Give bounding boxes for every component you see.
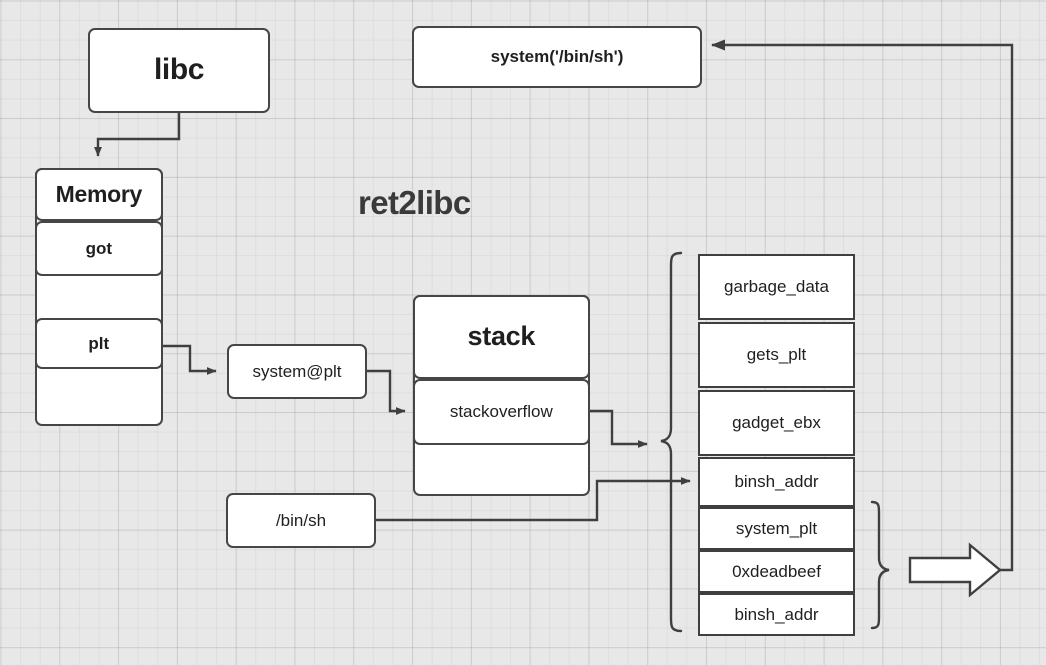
node-stackoverflow[interactable]: stackoverflow	[412, 379, 590, 445]
payload-cell-label: gadget_ebx	[732, 413, 821, 432]
connector-plt-to-systemplt	[163, 344, 217, 375]
payload-cell-label: garbage_data	[724, 277, 829, 296]
node-libc-label: libc	[153, 53, 205, 87]
node-stack-label: stack	[467, 321, 536, 352]
payload-cell-label: binsh_addr	[734, 604, 819, 624]
connector-libc-to-memory	[94, 113, 181, 157]
node-binsh-string[interactable]: /bin/sh	[226, 493, 376, 548]
payload-cell-binsh-addr-1[interactable]: binsh_addr	[698, 457, 855, 507]
payload-cell-label: 0xdeadbeef	[732, 561, 821, 581]
diagram-canvas: libc system('/bin/sh') ret2libc Memory g…	[0, 0, 1046, 665]
payload-cell-garbage-data[interactable]: garbage_data	[698, 254, 855, 320]
connector-systemplt-to-stack	[367, 369, 406, 415]
node-binsh-string-label: /bin/sh	[275, 510, 327, 530]
node-got[interactable]: got	[34, 221, 163, 276]
node-system-at-plt[interactable]: system@plt	[227, 344, 367, 399]
payload-cell-system-plt[interactable]: system_plt	[698, 507, 855, 550]
node-plt-label: plt	[88, 333, 110, 353]
payload-cell-gets-plt[interactable]: gets_plt	[698, 322, 855, 388]
node-plt[interactable]: plt	[34, 318, 163, 369]
payload-cell-label: binsh_addr	[734, 472, 819, 491]
payload-cell-binsh-addr-2[interactable]: binsh_addr	[698, 593, 855, 636]
node-got-label: got	[85, 238, 113, 258]
node-stack-header[interactable]: stack	[412, 294, 590, 379]
payload-cell-label: system_plt	[735, 518, 818, 538]
execution-block-arrow	[908, 542, 1002, 598]
payload-right-brace	[870, 500, 890, 630]
node-stack-container: stack stackoverflow	[412, 294, 590, 496]
payload-cell-deadbeef[interactable]: 0xdeadbeef	[698, 550, 855, 593]
node-memory-label: Memory	[55, 180, 143, 207]
node-system-at-plt-label: system@plt	[252, 361, 342, 381]
node-stackoverflow-label: stackoverflow	[449, 402, 553, 421]
node-libc[interactable]: libc	[88, 28, 270, 113]
node-memory-container: Memory got plt	[34, 167, 163, 426]
connector-stackoverflow-to-payload	[589, 409, 648, 448]
node-system-call-label: system('/bin/sh')	[490, 47, 624, 67]
page-title: ret2libc	[358, 184, 471, 222]
node-system-call[interactable]: system('/bin/sh')	[412, 26, 702, 88]
payload-cell-gadget-ebx[interactable]: gadget_ebx	[698, 390, 855, 456]
payload-left-brace	[660, 251, 683, 633]
page-title-label: ret2libc	[358, 184, 471, 221]
node-memory-header[interactable]: Memory	[34, 167, 163, 221]
payload-cell-label: gets_plt	[746, 345, 807, 364]
